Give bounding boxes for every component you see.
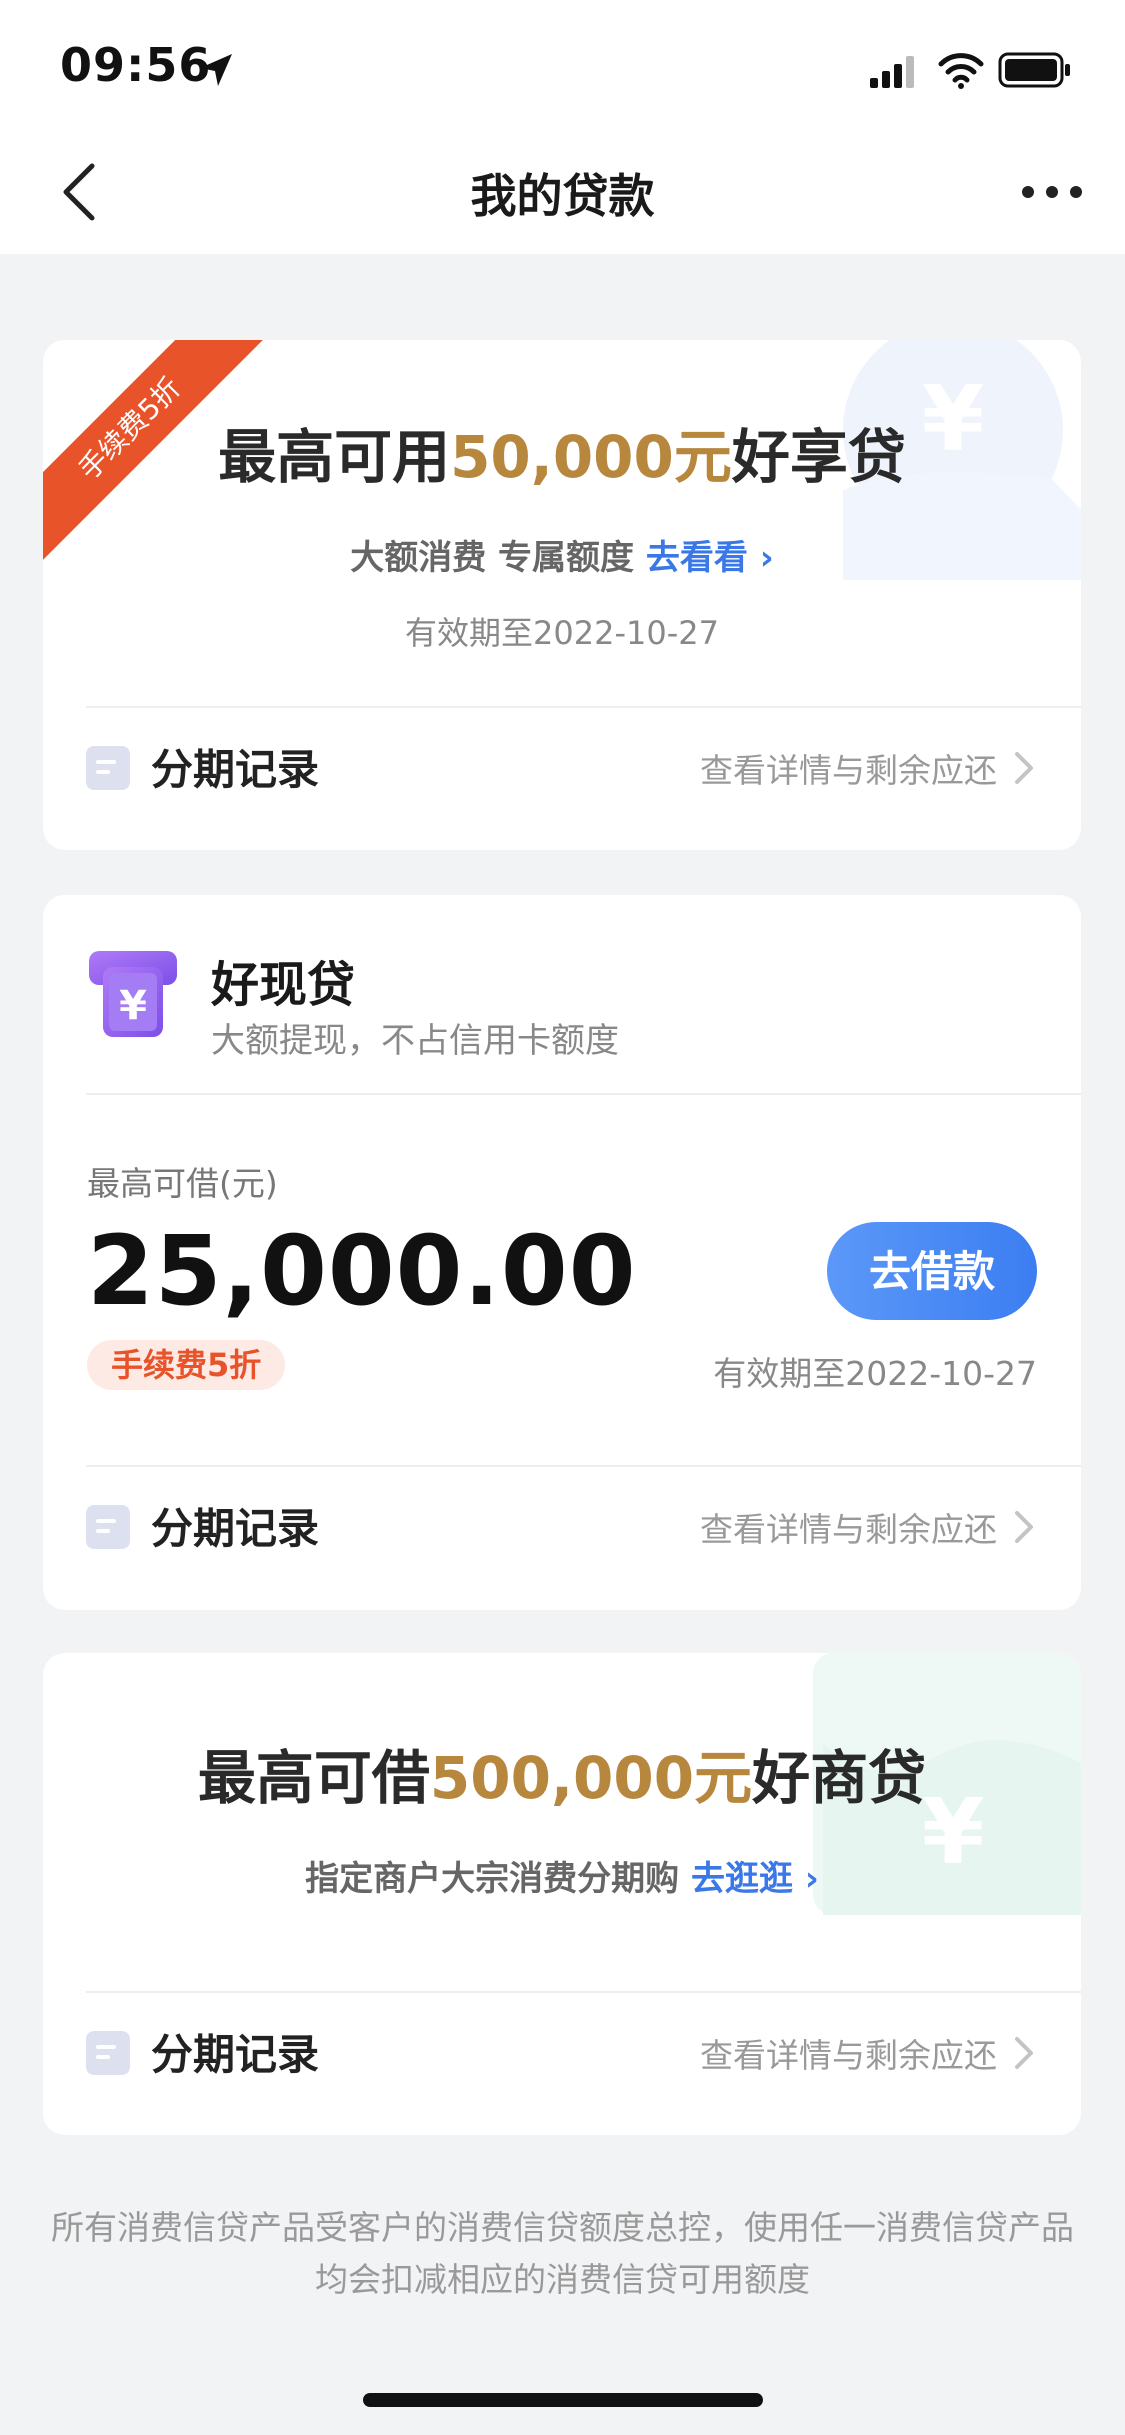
installment-records-label: 分期记录 <box>151 2030 320 2079</box>
divider <box>86 706 1081 708</box>
disclaimer-note: 所有消费信贷产品受客户的消费信贷额度总控，使用任一消费信贷产品均会扣减相应的消费… <box>51 2208 1074 2299</box>
promo-title-amount: 500,000元 <box>429 1744 753 1812</box>
more-options-icon[interactable] <box>1020 170 1084 214</box>
navigation-bar: 我的贷款 <box>0 130 1125 254</box>
go-look-link[interactable]: 去看看 › <box>646 538 774 578</box>
product-name: 好现贷 <box>211 957 356 1013</box>
view-details-link[interactable]: 查看详情与剩余应还 <box>700 744 997 792</box>
chevron-right-icon <box>1015 1511 1033 1543</box>
max-borrow-amount: 25,000.00 <box>87 1215 637 1327</box>
promo-title: 最高可用50,000元好享贷 <box>43 410 1081 494</box>
installment-records-row[interactable]: 分期记录 查看详情与剩余应还 <box>43 710 1081 820</box>
go-look-label: 去看看 <box>645 538 748 578</box>
installment-records-label: 分期记录 <box>151 745 320 794</box>
document-icon <box>86 746 130 790</box>
chevron-right-icon: › <box>804 1859 819 1899</box>
product-description: 大额提现，不占信用卡额度 <box>211 1021 619 1061</box>
promo-title: 最高可借500,000元好商贷 <box>43 1731 1081 1815</box>
fee-discount-badge: 手续费5折 <box>87 1340 286 1390</box>
promo-title-prefix: 最高可借 <box>197 1744 430 1812</box>
page-title: 我的贷款 <box>470 169 655 223</box>
document-icon <box>86 1505 130 1549</box>
validity-date: 有效期至2022-10-27 <box>713 1354 1037 1393</box>
wifi-icon <box>938 53 984 89</box>
svg-text:¥: ¥ <box>119 983 147 1029</box>
go-browse-link[interactable]: 去逛逛 › <box>691 1859 819 1899</box>
status-bar: 09:56 <box>0 0 1125 130</box>
document-icon <box>86 2031 130 2075</box>
divider <box>86 1093 1081 1095</box>
haoshangdai-card: ¥ 最高可借500,000元好商贷 指定商户大宗消费分期购 去逛逛 › 分期记录… <box>43 1653 1081 2135</box>
cash-withdraw-icon: ¥ <box>89 951 177 1037</box>
home-indicator <box>363 2393 763 2407</box>
view-details-link[interactable]: 查看详情与剩余应还 <box>700 2029 997 2077</box>
promo-title-amount: 50,000元 <box>450 423 732 491</box>
promo-subtitle: 指定商户大宗消费分期购 去逛逛 › <box>43 1851 1081 1900</box>
location-arrow-icon <box>200 54 232 86</box>
installment-records-row[interactable]: 分期记录 查看详情与剩余应还 <box>43 1469 1081 1579</box>
promo-subtitle-text: 大额消费 专属额度 <box>350 538 635 578</box>
divider <box>86 1991 1081 1993</box>
haoxiandai-card: ¥ 好现贷 大额提现，不占信用卡额度 最高可借(元) 25,000.00 去借款… <box>43 895 1081 1610</box>
promo-subtitle: 大额消费 专属额度 去看看 › <box>43 530 1081 579</box>
chevron-right-icon <box>1015 2037 1033 2069</box>
promo-title-product: 好享贷 <box>731 423 906 491</box>
haoxiangdai-card: ¥ 手续费5折 最高可用50,000元好享贷 大额消费 专属额度 去看看 › 有… <box>43 340 1081 850</box>
installment-records-label: 分期记录 <box>151 1504 320 1553</box>
promo-title-product: 好商贷 <box>752 1744 927 1812</box>
cellular-signal-icon <box>870 56 914 88</box>
status-time: 09:56 <box>60 38 212 92</box>
borrow-button[interactable]: 去借款 <box>827 1222 1037 1320</box>
promo-title-prefix: 最高可用 <box>218 423 451 491</box>
validity-date: 有效期至2022-10-27 <box>405 614 719 652</box>
max-borrow-label: 最高可借(元) <box>87 1164 278 1203</box>
battery-icon <box>998 52 1070 88</box>
view-details-link[interactable]: 查看详情与剩余应还 <box>700 1503 997 1551</box>
installment-records-row[interactable]: 分期记录 查看详情与剩余应还 <box>43 1995 1081 2105</box>
divider <box>86 1465 1081 1467</box>
promo-subtitle-text: 指定商户大宗消费分期购 <box>305 1859 680 1899</box>
chevron-right-icon <box>1015 752 1033 784</box>
go-browse-label: 去逛逛 <box>690 1859 793 1899</box>
chevron-right-icon: › <box>759 538 774 578</box>
